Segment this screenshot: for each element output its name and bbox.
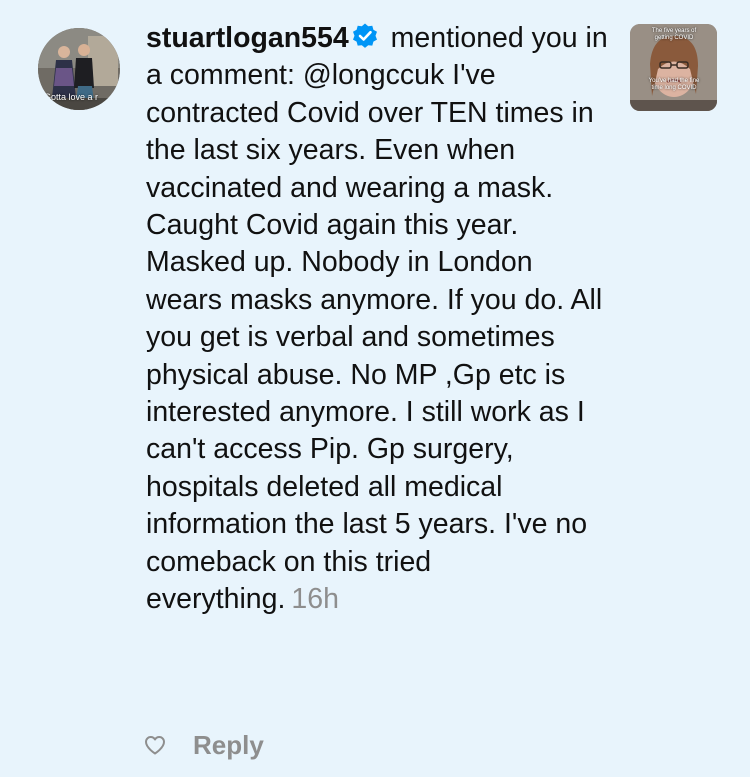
avatar-caption: Gotta love a r xyxy=(44,92,99,102)
notification-row[interactable]: Gotta love a r stuartlogan554 mentioned … xyxy=(0,0,750,777)
username-link[interactable]: stuartlogan554 xyxy=(146,22,349,54)
thumbnail-bottom-caption: You've had the fine time long COVID xyxy=(648,78,700,91)
reply-button[interactable]: Reply xyxy=(193,730,264,761)
timestamp: 16h xyxy=(291,583,339,616)
notification-text: stuartlogan554 mentioned you in a commen… xyxy=(146,20,616,619)
comment-body: I've contracted Covid over TEN times in … xyxy=(146,59,603,616)
verified-badge-icon xyxy=(352,23,377,48)
thumbnail-top-caption: The five years of getting COVID xyxy=(651,28,697,41)
comment-actions: Reply xyxy=(143,728,264,762)
mention-link[interactable]: @longccuk xyxy=(303,59,444,91)
heart-outline-icon[interactable] xyxy=(143,733,167,757)
post-thumbnail[interactable]: The five years of getting COVID You've h… xyxy=(630,24,717,111)
user-avatar[interactable]: Gotta love a r xyxy=(38,28,120,110)
